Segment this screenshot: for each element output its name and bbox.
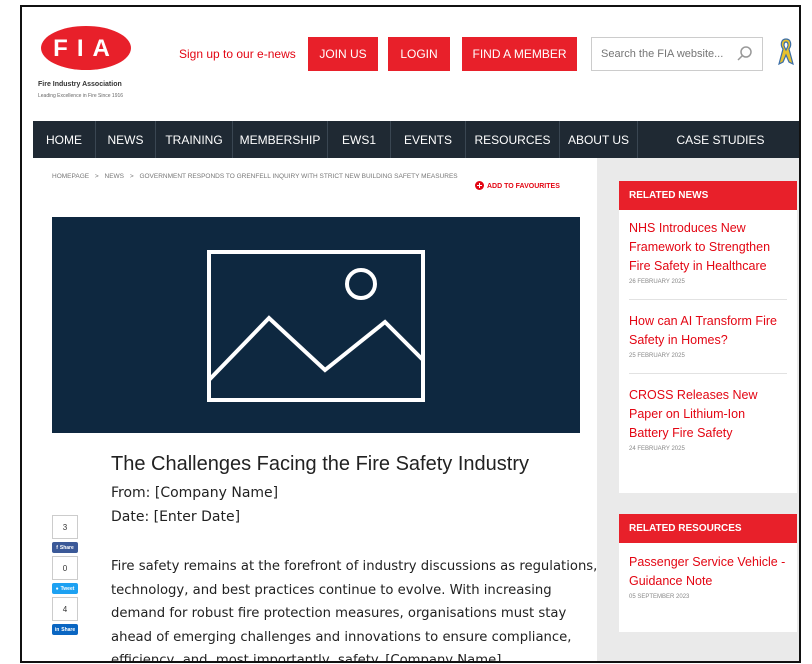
nav-ews1[interactable]: EWS1 (328, 121, 391, 158)
related-resources-card: RELATED RESOURCES Passenger Service Vehi… (619, 514, 797, 632)
sidebar: RELATED NEWS NHS Introduces New Framewor… (597, 158, 799, 661)
related-resources-heading: RELATED RESOURCES (619, 514, 797, 543)
article-date: Date: [Enter Date] (111, 509, 241, 525)
share-buttons: 3 f Share 0 ● Tweet 4 in Share (52, 515, 78, 638)
logo-name: Fire Industry Association (38, 81, 122, 88)
fia-logo-mark: FIA (41, 26, 131, 70)
facebook-share-button[interactable]: f Share (52, 542, 78, 553)
site-search (591, 37, 763, 71)
linkedin-share-count: 4 (52, 597, 78, 621)
nav-membership[interactable]: MEMBERSHIP (233, 121, 328, 158)
related-resource-link[interactable]: Passenger Service Vehicle - Guidance Not… (629, 553, 787, 591)
breadcrumb-separator: > (129, 173, 134, 180)
nav-case-studies[interactable]: CASE STUDIES (638, 121, 799, 158)
article-title: The Challenges Facing the Fire Safety In… (111, 453, 529, 475)
linkedin-icon: in (54, 626, 60, 633)
related-news-heading: RELATED NEWS (619, 181, 797, 210)
breadcrumb-news[interactable]: NEWS (105, 173, 125, 180)
nav-about-us[interactable]: ABOUT US (560, 121, 638, 158)
search-icon[interactable] (736, 45, 754, 68)
add-circle-icon (475, 181, 484, 192)
nav-home[interactable]: HOME (33, 121, 96, 158)
awareness-ribbon-icon (778, 37, 794, 72)
article-from: From: [Company Name] (111, 485, 279, 501)
related-news-date: 26 FEBRUARY 2025 (629, 279, 685, 285)
linkedin-share-button[interactable]: in Share (52, 624, 78, 635)
twitter-share-label: Tweet (60, 585, 75, 592)
main-nav: HOME NEWS TRAINING MEMBERSHIP EWS1 EVENT… (33, 121, 799, 158)
image-placeholder-icon (207, 250, 425, 402)
breadcrumb-separator: > (94, 173, 99, 180)
related-news-item: NHS Introduces New Framework to Strength… (619, 210, 797, 285)
related-news-link[interactable]: NHS Introduces New Framework to Strength… (629, 219, 787, 276)
browser-page: FIA Fire Industry Association Leading Ex… (20, 5, 801, 663)
join-us-button[interactable]: JOIN US (308, 37, 378, 71)
logo-letters: FIA (53, 35, 119, 62)
breadcrumb-current: GOVERNMENT RESPONDS TO GRENFELL INQUIRY … (139, 173, 458, 180)
breadcrumb: HOMEPAGE > NEWS > GOVERNMENT RESPONDS TO… (52, 173, 458, 180)
related-resource-item: Passenger Service Vehicle - Guidance Not… (619, 543, 797, 600)
related-news-date: 24 FEBRUARY 2025 (629, 446, 685, 452)
nav-news[interactable]: NEWS (96, 121, 156, 158)
nav-events[interactable]: EVENTS (391, 121, 466, 158)
facebook-share-label: Share (59, 544, 74, 551)
related-news-item: How can AI Transform Fire Safety in Home… (619, 300, 797, 359)
related-news-card: RELATED NEWS NHS Introduces New Framewor… (619, 181, 797, 493)
find-a-member-button[interactable]: FIND A MEMBER (462, 37, 577, 71)
related-news-date: 25 FEBRUARY 2025 (629, 353, 685, 359)
twitter-share-button[interactable]: ● Tweet (52, 583, 78, 594)
nav-training[interactable]: TRAINING (156, 121, 233, 158)
related-resource-date: 05 SEPTEMBER 2023 (629, 594, 690, 600)
article-body: Fire safety remains at the forefront of … (111, 559, 598, 663)
linkedin-share-label: Share (61, 626, 76, 633)
breadcrumb-home[interactable]: HOMEPAGE (52, 173, 89, 180)
twitter-share-count: 0 (52, 556, 78, 580)
article-hero-image (52, 217, 580, 433)
search-input[interactable] (601, 48, 736, 60)
add-to-favourites-link[interactable]: ADD TO FAVOURITES (475, 181, 560, 192)
add-to-favourites-label: ADD TO FAVOURITES (487, 183, 560, 190)
enews-signup-link[interactable]: Sign up to our e-news (179, 47, 296, 61)
fia-logo[interactable]: FIA Fire Industry Association Leading Ex… (38, 23, 138, 103)
twitter-bird-icon: ● (55, 585, 59, 592)
facebook-icon: f (56, 544, 58, 551)
facebook-share-count: 3 (52, 515, 78, 539)
related-news-item: CROSS Releases New Paper on Lithium-Ion … (619, 374, 797, 452)
related-news-link[interactable]: CROSS Releases New Paper on Lithium-Ion … (629, 386, 787, 443)
logo-tagline: Leading Excellence in Fire Since 1916 (38, 93, 124, 99)
related-news-link[interactable]: How can AI Transform Fire Safety in Home… (629, 312, 787, 350)
login-button[interactable]: LOGIN (388, 37, 450, 71)
nav-resources[interactable]: RESOURCES (466, 121, 560, 158)
